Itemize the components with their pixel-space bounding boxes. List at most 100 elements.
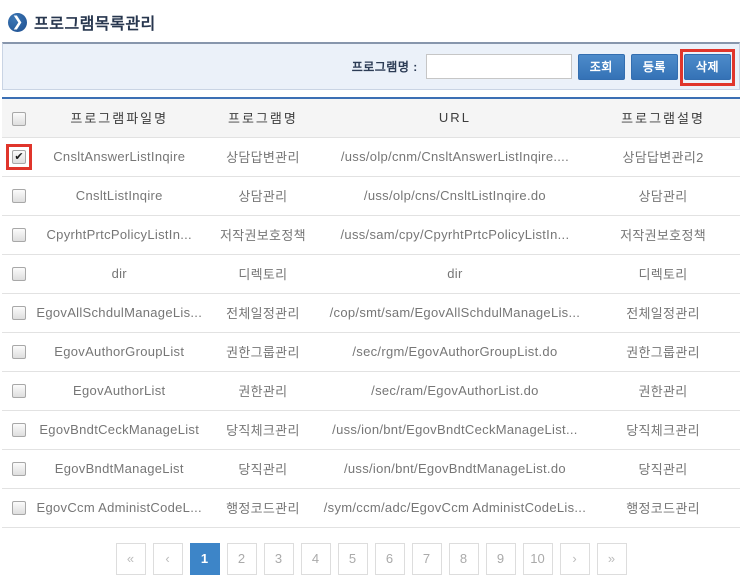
cell-program-desc: 권한그룹관리 [586,332,740,371]
pagination-page-7[interactable]: 7 [412,543,442,575]
row-checkbox[interactable] [12,267,26,281]
pagination-page-10[interactable]: 10 [523,543,553,575]
checkbox-cell [2,254,36,293]
search-button[interactable]: 조회 [578,54,625,80]
cell-program-desc: 전체일정관리 [586,293,740,332]
cell-program-desc: 당직관리 [586,449,740,488]
column-header-file: 프로그램파일명 [36,98,202,137]
checkbox-cell [2,215,36,254]
checkbox-cell [2,410,36,449]
program-table-body: ✔ CnsltAnswerListInqire 상담답변관리 /uss/olp/… [2,137,740,527]
pagination-next[interactable]: › [560,543,590,575]
pagination-page-1[interactable]: 1 [190,543,220,575]
page-title: 프로그램목록관리 [34,10,156,34]
select-all-header-cell [2,98,36,137]
table-row: EgovAuthorList 권한관리 /sec/ram/EgovAuthorL… [2,371,740,410]
cell-program-desc: 행정코드관리 [586,488,740,527]
cell-url: /sym/ccm/adc/EgovCcm AdministCodeLis... [324,488,586,527]
cell-url: dir [324,254,586,293]
pagination-page-5[interactable]: 5 [338,543,368,575]
row-checkbox[interactable] [12,228,26,242]
cell-program-desc: 저작권보호정책 [586,215,740,254]
program-name-label: 프로그램명 : [352,58,418,75]
checkbox-cell [2,176,36,215]
row-checkbox[interactable] [12,501,26,515]
select-all-checkbox[interactable] [12,112,26,126]
chevron-glyph: ❯ [12,14,24,28]
row-checkbox[interactable] [12,345,26,359]
column-header-name: 프로그램명 [202,98,324,137]
row-checkbox[interactable] [12,189,26,203]
cell-program-file: EgovAllSchdulManageLis... [36,293,202,332]
chevron-right-icon: ❯ [8,13,27,32]
table-row: EgovAuthorGroupList 권한그룹관리 /sec/rgm/Egov… [2,332,740,371]
row-checkbox[interactable] [12,423,26,437]
pagination-first[interactable]: « [116,543,146,575]
pagination-prev[interactable]: ‹ [153,543,183,575]
cell-url: /uss/olp/cns/CnsltListInqire.do [324,176,586,215]
cell-program-name: 전체일정관리 [202,293,324,332]
table-row: CpyrhtPrtcPolicyListIn... 저작권보호정책 /uss/s… [2,215,740,254]
cell-program-name: 상담답변관리 [202,137,324,176]
cell-program-desc: 상담답변관리2 [586,137,740,176]
cell-program-name: 당직관리 [202,449,324,488]
delete-button[interactable]: 삭제 [684,54,731,80]
pagination-page-9[interactable]: 9 [486,543,516,575]
pagination-last[interactable]: » [597,543,627,575]
cell-program-desc: 디렉토리 [586,254,740,293]
cell-url: /uss/sam/cpy/CpyrhtPrtcPolicyListIn... [324,215,586,254]
cell-program-file: EgovAuthorList [36,371,202,410]
register-button[interactable]: 등록 [631,54,678,80]
column-header-desc: 프로그램설명 [586,98,740,137]
checkbox-cell [2,371,36,410]
pagination-page-3[interactable]: 3 [264,543,294,575]
cell-program-desc: 권한관리 [586,371,740,410]
row-checkbox[interactable] [12,384,26,398]
checkbox-cell [2,293,36,332]
cell-program-name: 당직체크관리 [202,410,324,449]
pagination: «‹12345678910›» [2,543,740,575]
checkbox-cell: ✔ [2,137,36,176]
cell-program-name: 권한그룹관리 [202,332,324,371]
cell-program-file: CnsltListInqire [36,176,202,215]
pagination-page-8[interactable]: 8 [449,543,479,575]
cell-url: /cop/smt/sam/EgovAllSchdulManageLis... [324,293,586,332]
cell-program-name: 권한관리 [202,371,324,410]
row-checkbox[interactable]: ✔ [12,150,26,164]
cell-program-name: 상담관리 [202,176,324,215]
pagination-page-4[interactable]: 4 [301,543,331,575]
search-panel: 프로그램명 : 조회 등록 삭제 [2,42,740,90]
table-row: EgovCcm AdministCodeL... 행정코드관리 /sym/ccm… [2,488,740,527]
table-row: EgovAllSchdulManageLis... 전체일정관리 /cop/sm… [2,293,740,332]
row-checkbox[interactable] [12,306,26,320]
checkbox-cell [2,449,36,488]
cell-program-file: EgovAuthorGroupList [36,332,202,371]
cell-url: /uss/olp/cnm/CnsltAnswerListInqire.... [324,137,586,176]
cell-program-file: CpyrhtPrtcPolicyListIn... [36,215,202,254]
table-row: EgovBndtCeckManageList 당직체크관리 /uss/ion/b… [2,410,740,449]
row-checkbox[interactable] [12,462,26,476]
cell-program-name: 디렉토리 [202,254,324,293]
cell-program-file: CnsltAnswerListInqire [36,137,202,176]
page-title-row: ❯ 프로그램목록관리 [2,8,740,42]
cell-url: /uss/ion/bnt/EgovBndtManageList.do [324,449,586,488]
cell-program-file: EgovBndtManageList [36,449,202,488]
cell-program-file: EgovCcm AdministCodeL... [36,488,202,527]
checkbox-cell [2,488,36,527]
cell-program-desc: 당직체크관리 [586,410,740,449]
cell-url: /sec/ram/EgovAuthorList.do [324,371,586,410]
checkbox-cell [2,332,36,371]
table-row: dir 디렉토리 dir 디렉토리 [2,254,740,293]
table-row: EgovBndtManageList 당직관리 /uss/ion/bnt/Ego… [2,449,740,488]
checkmark-icon: ✔ [14,152,24,163]
program-name-input[interactable] [426,54,572,79]
cell-program-file: dir [36,254,202,293]
table-header-row: 프로그램파일명 프로그램명 URL 프로그램설명 [2,98,740,137]
column-header-url: URL [324,98,586,137]
cell-program-name: 저작권보호정책 [202,215,324,254]
pagination-page-2[interactable]: 2 [227,543,257,575]
pagination-page-6[interactable]: 6 [375,543,405,575]
program-table: 프로그램파일명 프로그램명 URL 프로그램설명 ✔ CnsltAnswerLi… [2,97,740,528]
table-row: CnsltListInqire 상담관리 /uss/olp/cns/CnsltL… [2,176,740,215]
cell-program-name: 행정코드관리 [202,488,324,527]
